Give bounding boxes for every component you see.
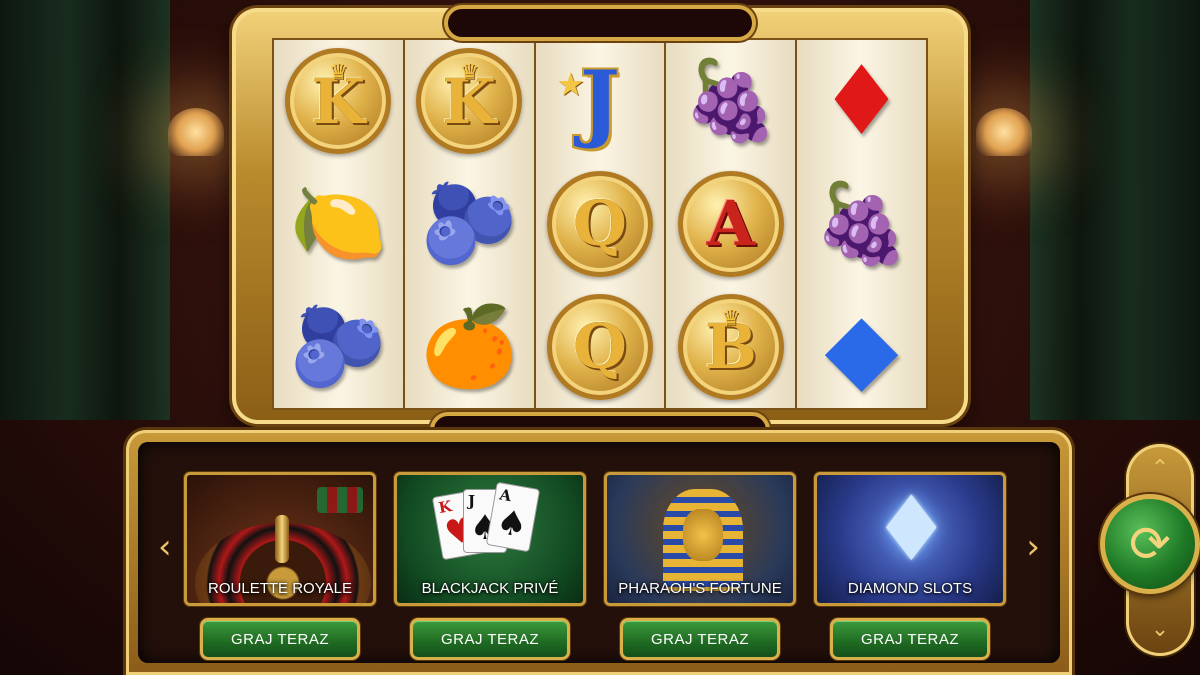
sapphire-icon-glyph: ◆	[824, 290, 899, 403]
top-plaque	[444, 5, 756, 41]
queen-coin-icon: Q	[544, 291, 656, 403]
crown-icon: ♛	[720, 304, 741, 330]
reels: ♛ K 🍋 🫐 ♛ K 🫐 🍊 ★ J Q Q 🍇 A ♛ B ♦ 🍇 ◆	[272, 38, 928, 410]
reel-3: ★ J Q Q	[535, 40, 665, 408]
pharaoh-mask-icon	[683, 509, 723, 561]
game-title: DIAMOND SLOTS	[847, 580, 973, 597]
reel-1: ♛ K 🍋 🫐	[274, 40, 403, 408]
crown-icon: ♛	[459, 59, 480, 85]
orange-icon-glyph: 🍊	[420, 301, 518, 392]
slot-machine: ♛ K 🍋 🫐 ♛ K 🫐 🍊 ★ J Q Q 🍇 A ♛ B ♦ 🍇 ◆	[232, 5, 968, 448]
roulette-spindle-icon	[275, 515, 289, 563]
symbol-letter: Q	[572, 310, 627, 384]
plum-icon: 🫐	[282, 291, 394, 403]
sapphire-icon: ◆	[806, 291, 918, 403]
grapes-icon: 🍇	[806, 168, 918, 280]
playing-card: A ♠	[485, 481, 541, 553]
crown-icon: ♛	[328, 59, 349, 85]
game-card-diamond[interactable]: ♦ DIAMOND SLOTS	[814, 472, 1006, 606]
diamond-icon: ♦	[871, 477, 952, 582]
scroll-down-button[interactable]: ⌄	[1126, 617, 1194, 642]
king-coin-icon: ♛ K	[282, 45, 394, 157]
play-now-button-diamond[interactable]: GRAJ TERAZ	[830, 618, 990, 660]
queen-coin-icon: Q	[544, 168, 656, 280]
grapes-icon: 🍇	[675, 45, 787, 157]
carousel-next-button[interactable]: ›	[1026, 527, 1040, 567]
curtain-right	[1030, 0, 1200, 420]
reel-2: ♛ K 🫐 🍊	[404, 40, 534, 408]
game-card-pharaoh[interactable]: PHARAOH'S FORTUNE	[604, 472, 796, 606]
spin-button[interactable]: ⟳	[1100, 494, 1200, 594]
carousel-prev-button[interactable]: ‹	[158, 527, 172, 567]
grapes-icon-glyph: 🍇	[682, 56, 780, 147]
game-title: BLACKJACK PRIVÉ	[421, 580, 559, 597]
plum-icon: 🫐	[413, 168, 525, 280]
play-now-button-pharaoh[interactable]: GRAJ TERAZ	[620, 618, 780, 660]
play-now-button-blackjack[interactable]: GRAJ TERAZ	[410, 618, 570, 660]
reel-5: ♦ 🍇 ◆	[797, 40, 926, 408]
lemon-icon-glyph: 🍋	[289, 178, 387, 269]
plum-icon-glyph: 🫐	[420, 178, 518, 269]
game-card-blackjack[interactable]: K ♥ J ♠ A ♠ BLACKJACK PRIVÉ	[394, 472, 586, 606]
game-selector-panel: ‹ ROULETTE ROYALE K ♥ J ♠ A ♠ BLACKJACK PRIVÉ…	[126, 430, 1072, 675]
game-selector-inner: ‹ ROULETTE ROYALE K ♥ J ♠ A ♠ BLACKJACK PRIVÉ…	[138, 442, 1060, 663]
game-title: PHARAOH'S FORTUNE	[618, 580, 782, 597]
ruby-icon-glyph: ♦	[818, 45, 905, 158]
casino-chips-icon	[317, 487, 363, 513]
game-card-roulette[interactable]: ROULETTE ROYALE	[184, 472, 376, 606]
jack-letter: J	[580, 51, 620, 151]
play-now-button-roulette[interactable]: GRAJ TERAZ	[200, 618, 360, 660]
jack-icon: ★ J	[544, 45, 656, 157]
lemon-icon: 🍋	[282, 168, 394, 280]
reel-4: 🍇 A ♛ B	[666, 40, 796, 408]
plum-icon-glyph: 🫐	[289, 301, 387, 392]
game-title: ROULETTE ROYALE	[208, 580, 352, 597]
symbol-letter: A	[706, 187, 755, 261]
king-coin-icon: ♛ K	[413, 45, 525, 157]
wall-lamp-left	[168, 108, 224, 156]
curtain-left	[0, 0, 170, 420]
ruby-icon: ♦	[806, 45, 918, 157]
grapes-icon-glyph: 🍇	[813, 178, 911, 269]
ace-coin-icon: A	[675, 168, 787, 280]
orange-icon: 🍊	[413, 291, 525, 403]
card-suit-icon: ♠	[493, 501, 531, 547]
scroll-up-button[interactable]: ⌃	[1126, 456, 1194, 481]
star-icon: ★	[558, 67, 584, 101]
bonus-coin-icon: ♛ B	[675, 291, 787, 403]
symbol-letter: ★ J	[558, 51, 620, 151]
wall-lamp-right	[976, 108, 1032, 156]
symbol-letter: Q	[572, 187, 627, 261]
